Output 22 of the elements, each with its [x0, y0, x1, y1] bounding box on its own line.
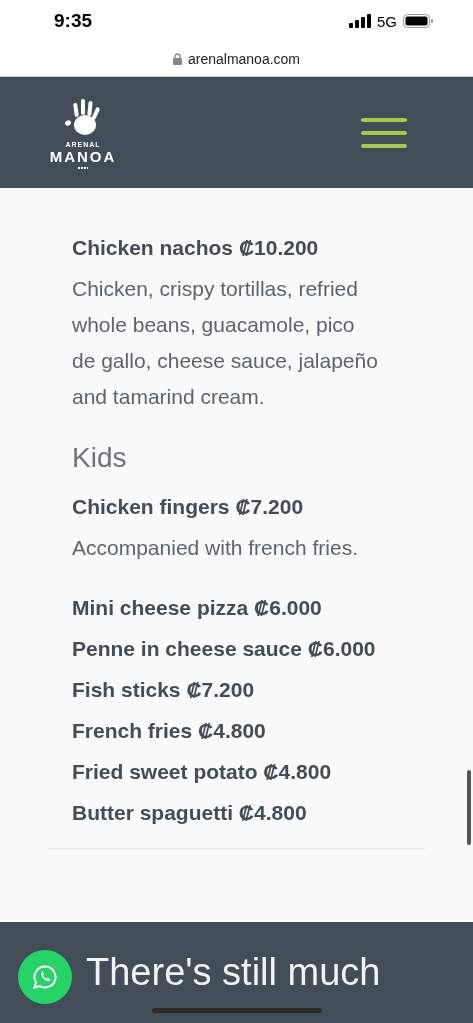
phone-bubble-icon — [32, 964, 58, 990]
scrollbar[interactable] — [467, 770, 471, 845]
item-title: Chicken fingers ₡7.200 — [72, 494, 305, 520]
item-title: Mini cheese pizza ₡6.000 — [72, 595, 323, 621]
network-label: 5G — [377, 12, 397, 30]
item-title: Chicken nachos ₡10.200 — [72, 235, 320, 261]
item-title: French fries ₡4.800 — [72, 718, 267, 744]
footer-heading: There's still much — [86, 950, 381, 994]
item-description: Accompanied with french fries. — [72, 535, 359, 561]
battery-icon — [403, 14, 433, 28]
status-time: 9:35 — [54, 10, 93, 32]
item-title: Fried sweet potato ₡4.800 — [72, 759, 333, 785]
dots-icon — [78, 166, 88, 169]
item-title: Butter spaguetti ₡4.800 — [72, 800, 308, 826]
logo-text: MANOA — [49, 148, 117, 165]
signal-icon — [349, 14, 371, 28]
lock-icon — [172, 53, 182, 65]
item-title: Fish sticks ₡7.200 — [72, 677, 256, 703]
item-title: Penne in cheese sauce ₡6.000 — [72, 636, 377, 662]
url-text[interactable]: arenalmanoa.com — [187, 51, 301, 67]
item-description: Chicken, crispy tortillas, refried whole beans, guacamole, pico de gallo, cheese sauce, jalapeño and tamarind cream. — [72, 276, 378, 410]
section-heading: Kids — [72, 441, 128, 475]
